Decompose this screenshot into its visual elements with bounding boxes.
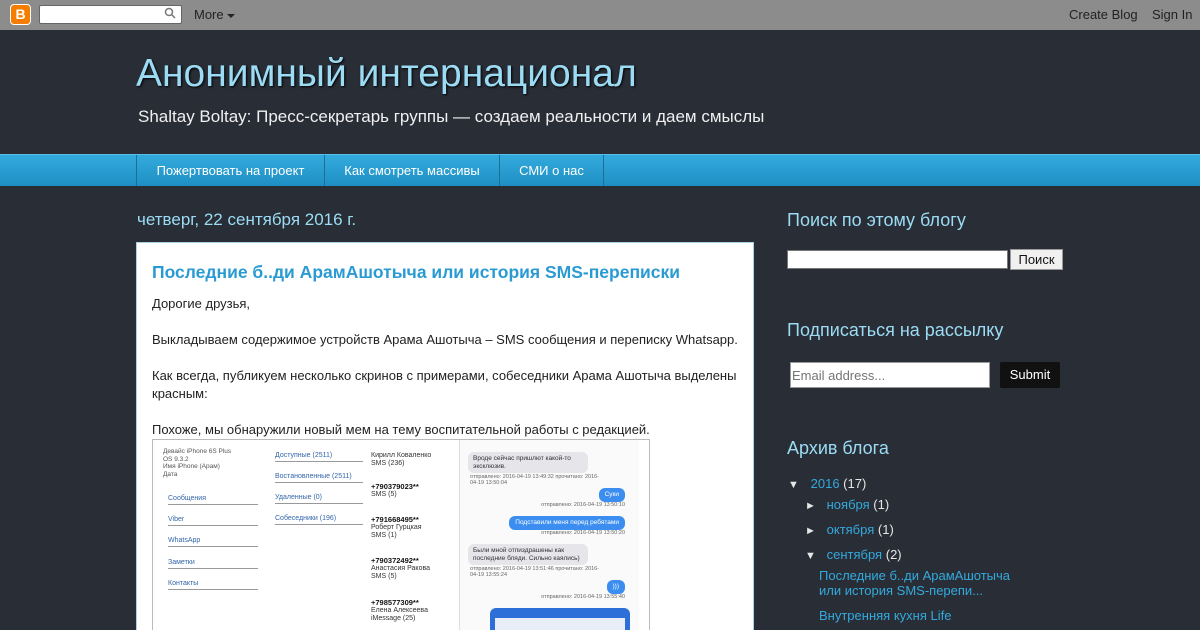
tab-donate[interactable]: Пожертвовать на проект [136,155,324,186]
caret-down-icon [226,13,235,18]
contact-name: Елена Алексеева [371,607,428,614]
archive-month: ▼ сентября (2) [805,547,902,562]
archive-month-link[interactable]: октября [827,522,875,537]
post-screenshot-image[interactable]: Девайс iPhone 6S Plus OS 9.3.2 Имя iPhon… [152,439,650,630]
image-link: Удаленные (0) [275,494,363,504]
contact-entry: Кирилл Коваленко SMS (236) [371,452,451,468]
meta-line: Дата [163,470,178,478]
archive-count: (1) [877,522,894,537]
post-paragraph: Как всегда, публикуем несколько скринов … [152,368,737,401]
image-link: Viber [168,516,258,526]
chat-bubble-out: ))) [606,580,625,594]
page-tabs: Пожертвовать на проект Как смотреть масс… [0,154,1200,186]
blogger-navbar: More Create Blog Sign In [0,0,1200,30]
expand-toggle-icon[interactable]: ► [805,525,819,537]
archive-post-link[interactable]: Внутренняя кухня Life [819,608,951,623]
chat-bubble-out: Суки [598,488,625,502]
contact-entry: +798577309** Елена Алексеева iMessage (2… [371,599,451,623]
chat-bubble-in: Вроде сейчас пришлют какой-то эксклюзив. [468,452,588,473]
contact-sub: SMS (5) [371,573,397,580]
contact-sub: SMS (1) [371,532,397,539]
contact-name: Анастасия Ракова [371,565,430,572]
tab-media-about-us[interactable]: СМИ о нас [499,155,604,186]
contact-sub: iMessage (25) [371,615,416,622]
contact-entry: +790379023** SMS (5) [371,483,451,499]
post-title[interactable]: Последние б..ди АрамАшотыча или история … [152,262,680,283]
subscribe-heading: Подписаться на рассылку [787,320,1004,340]
collapse-toggle-icon[interactable]: ▼ [805,550,819,562]
archive-month-link[interactable]: ноября [827,497,870,512]
email-field[interactable] [790,362,990,388]
blogger-logo-icon[interactable] [10,4,31,25]
post-paragraph: Дорогие друзья, [152,296,251,311]
phone-frame [490,608,630,630]
meta-line: OS 9.3.2 [163,455,189,463]
contact-entry: +791668495** Роберт Гурцкая SMS (1) [371,516,451,540]
archive-year-2016: ▼ 2016 (17) [788,476,866,491]
archive-post-link[interactable]: Последние б..ди АрамАшотыча или история … [819,568,1019,598]
chat-time: отправлено: 2016-04-19 13:50:20 [541,530,625,536]
chat-panel: Вроде сейчас пришлют какой-то эксклюзив.… [459,440,639,630]
blog-search-button[interactable]: Поиск [1010,249,1063,270]
archive-count: (1) [873,497,890,512]
contact-number: +790379023** [371,482,419,491]
contact-number: +791668495** [371,515,419,524]
meta-line: Имя iPhone (Арам) [163,463,220,470]
contact-name: Кирилл Коваленко [371,452,432,459]
image-link: Контакты [168,580,258,590]
search-icon[interactable] [164,7,176,19]
chat-time: отправлено: 2016-04-19 13:55:40 [541,594,625,600]
sign-in-link[interactable]: Sign In [1152,7,1192,22]
image-link: Заметки [168,559,258,569]
archive-heading: Архив блога [787,438,889,458]
more-menu-button[interactable]: More [194,7,235,22]
phone-screen [495,618,625,630]
create-blog-link[interactable]: Create Blog [1069,7,1138,22]
archive-month: ► октября (1) [805,522,894,537]
chat-time: отправлено: 2016-04-19 13:50:10 [541,502,625,508]
expand-toggle-icon[interactable]: ► [805,500,819,512]
blog-description: Shaltay Boltay: Пресс-секретарь группы —… [138,107,765,126]
chat-bubble-in: Были мной отпиздрашены как последние бля… [468,544,588,565]
archive-month-link[interactable]: сентября [827,547,882,562]
archive-year-link[interactable]: 2016 [811,476,840,491]
contact-sub: SMS (236) [371,460,405,467]
image-link: Сообщения [168,495,258,505]
chat-bubble-out: Подставили меня перед ребятами [509,516,625,530]
search-heading: Поиск по этому блогу [787,210,966,230]
image-link: Востановленные (2511) [275,473,363,483]
meta-line: Девайс iPhone 6S Plus [163,448,232,455]
blog-title[interactable]: Анонимный интернационал [136,52,637,96]
navbar-search-input[interactable] [39,5,182,24]
contact-entry: +790372492** Анастасия Ракова SMS (5) [371,557,451,581]
archive-count: (2) [885,547,902,562]
post-paragraph: Выкладываем содержимое устройств Арама А… [152,332,738,347]
post-paragraph: Похоже, мы обнаружили новый мем на тему … [152,422,650,437]
tab-how-to-view[interactable]: Как смотреть массивы [324,155,499,186]
archive-count: (17) [843,476,867,491]
submit-button[interactable]: Submit [1000,362,1060,388]
post: Последние б..ди АрамАшотыча или история … [136,242,754,630]
image-link: Доступные (2511) [275,452,363,462]
archive-month: ► ноября (1) [805,497,889,512]
collapse-toggle-icon[interactable]: ▼ [788,479,802,491]
contact-number: +790372492** [371,556,419,565]
image-link: WhatsApp [168,537,258,547]
contact-number: +798577309** [371,598,419,607]
contact-sub: SMS (5) [371,491,397,498]
chat-time: отправлено: 2016-04-19 13:49:32 прочитан… [470,474,600,486]
chat-time: отправлено: 2016-04-19 13:51:46 прочитан… [470,566,600,578]
contact-name: Роберт Гурцкая [371,524,422,531]
blog-search-input[interactable] [787,250,1008,269]
image-link: Собеседники (196) [275,515,363,525]
device-meta: Девайс iPhone 6S Plus OS 9.3.2 Имя iPhon… [163,448,263,478]
more-label: More [194,7,224,22]
date-header: четверг, 22 сентября 2016 г. [137,210,357,229]
